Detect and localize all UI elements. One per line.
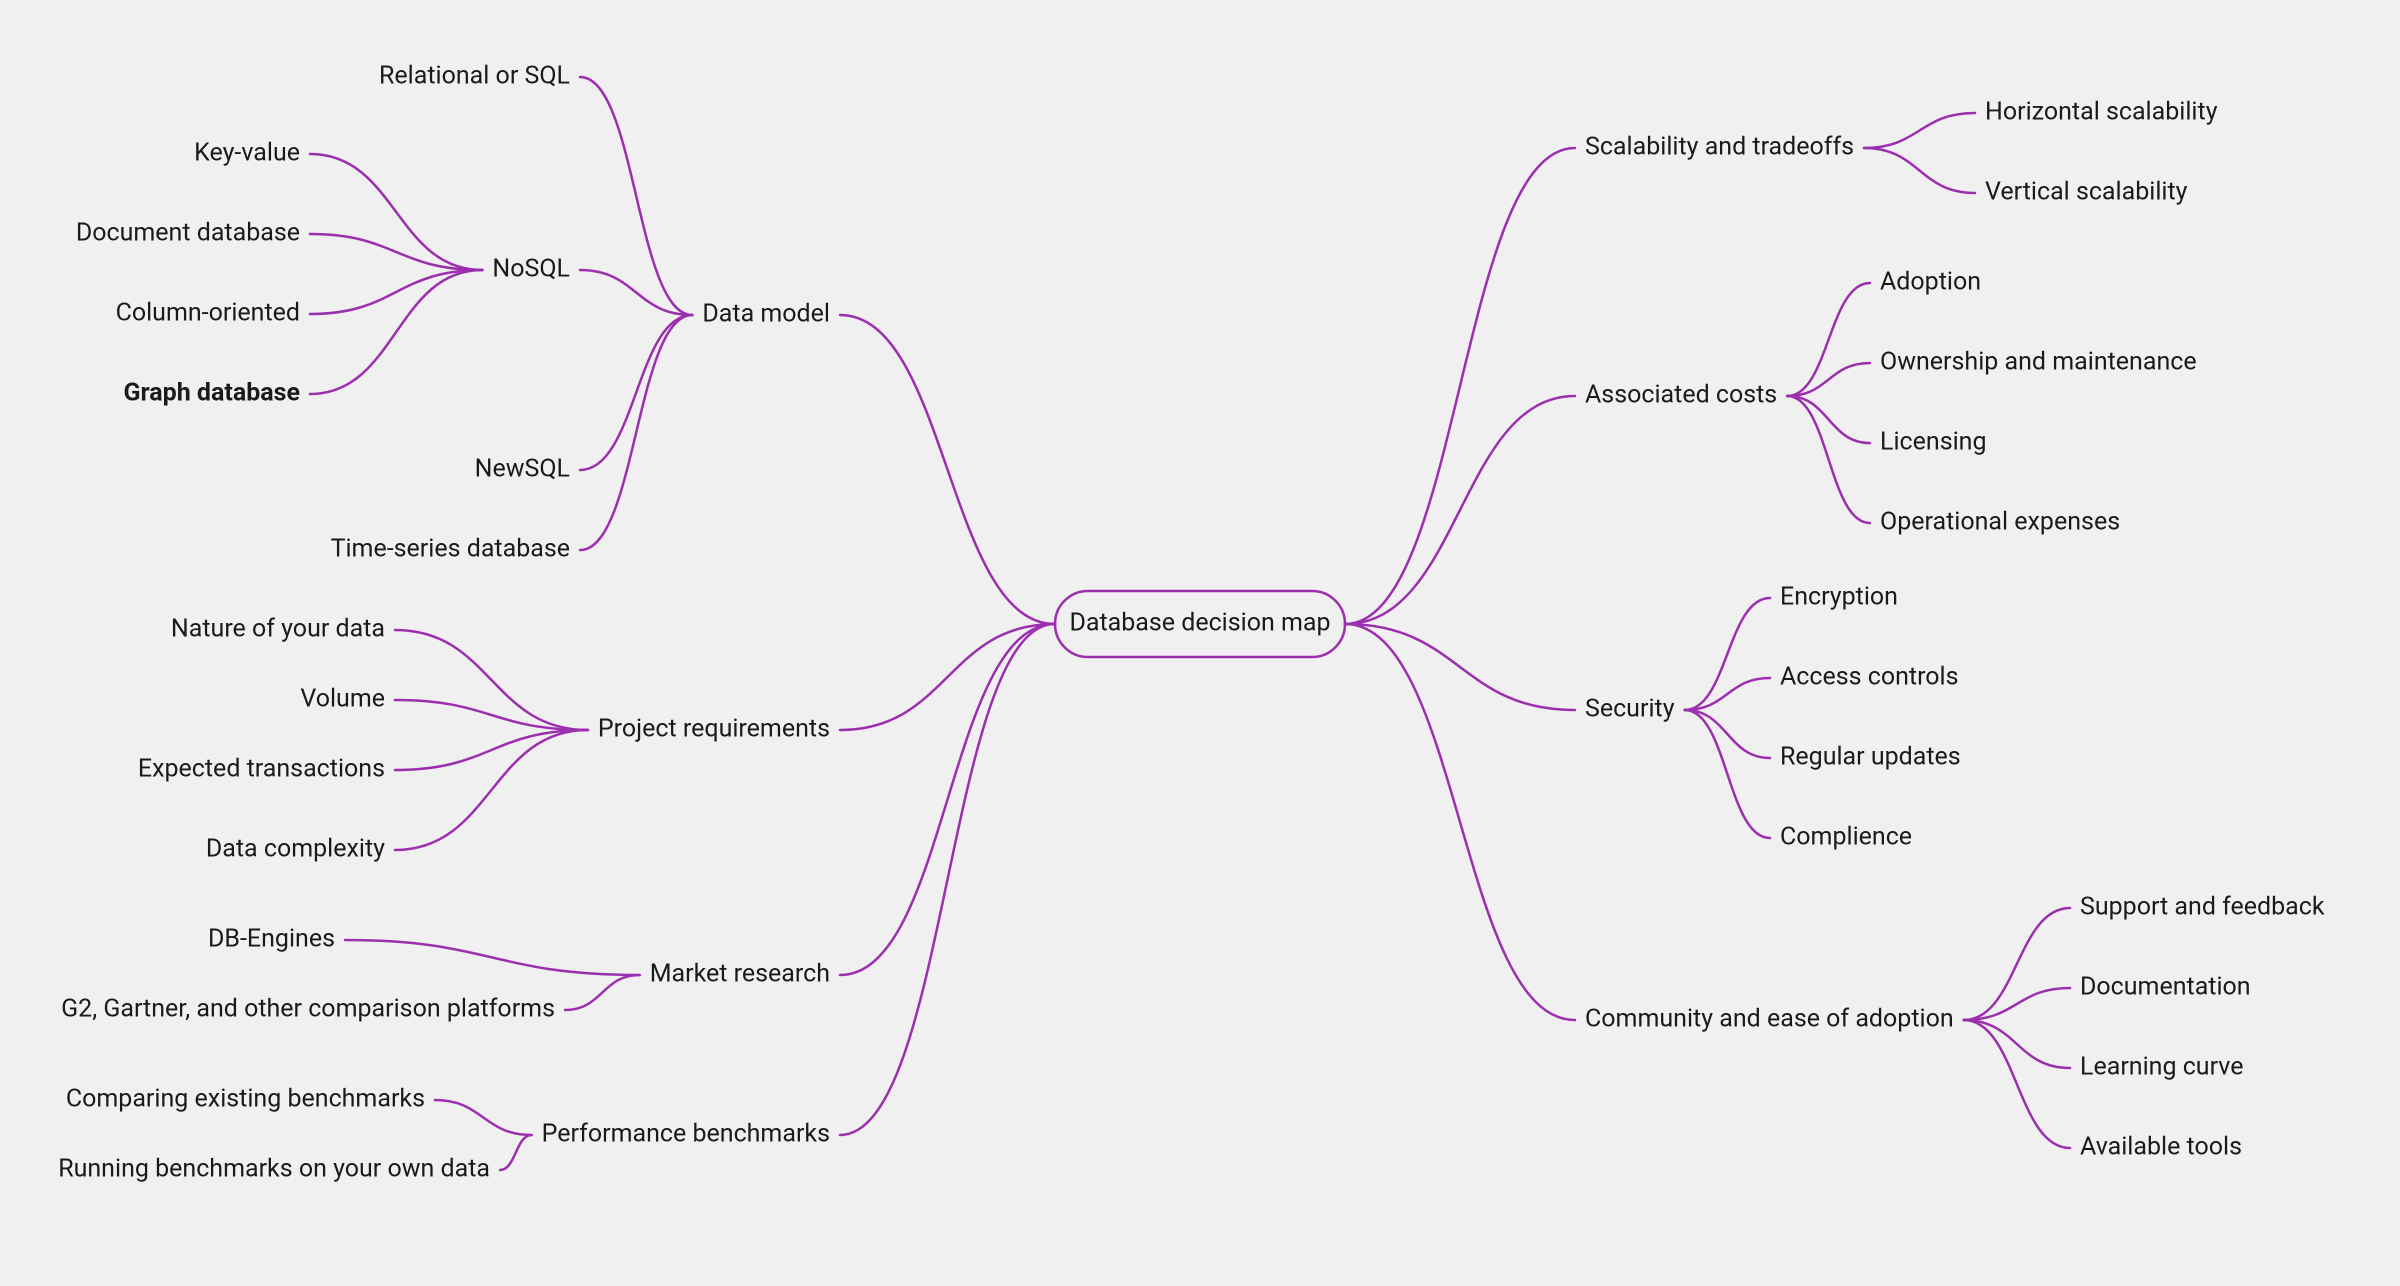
node-newsql: NewSQL <box>475 455 570 484</box>
node-community: Community and ease of adoption <box>1585 1005 1954 1034</box>
node-complience: Complience <box>1780 823 1912 852</box>
node-performance-benchmarks: Performance benchmarks <box>542 1120 830 1149</box>
node-column-oriented: Column-oriented <box>116 299 300 328</box>
node-nature-data: Nature of your data <box>171 615 385 644</box>
node-relational-sql: Relational or SQL <box>379 62 570 91</box>
node-associated-costs: Associated costs <box>1585 381 1777 410</box>
edge <box>1864 113 1975 148</box>
node-volume: Volume <box>300 685 385 714</box>
node-access-controls: Access controls <box>1780 663 1959 692</box>
edge <box>1787 396 1870 443</box>
node-graph-database: Graph database <box>123 379 300 408</box>
edge <box>395 730 588 770</box>
edge <box>1864 148 1975 193</box>
node-operational: Operational expenses <box>1880 508 2120 537</box>
edge <box>395 730 588 850</box>
edge <box>500 1135 532 1170</box>
node-adoption: Adoption <box>1880 268 1981 297</box>
edge <box>1964 1020 2070 1068</box>
node-regular-updates: Regular updates <box>1780 743 1961 772</box>
edge <box>1345 148 1575 624</box>
mindmap-canvas: Database decision map Data model Relationa… <box>0 0 2400 1286</box>
edge <box>580 77 692 315</box>
node-ownership: Ownership and maintenance <box>1880 348 2197 377</box>
node-data-model: Data model <box>702 300 830 329</box>
node-security: Security <box>1585 695 1675 724</box>
root-label: Database decision map <box>1069 609 1330 638</box>
node-comparing-benchmarks: Comparing existing benchmarks <box>66 1085 425 1114</box>
node-nosql: NoSQL <box>492 255 570 284</box>
node-licensing: Licensing <box>1880 428 1987 457</box>
node-key-value: Key-value <box>194 139 300 168</box>
edge <box>1685 710 1770 838</box>
edge <box>310 270 482 314</box>
node-vertical: Vertical scalability <box>1985 178 2188 207</box>
edge <box>1964 1020 2070 1148</box>
edge <box>840 624 1055 1135</box>
edge <box>840 315 1055 624</box>
node-learning-curve: Learning curve <box>2080 1053 2244 1082</box>
edge <box>435 1100 532 1135</box>
node-scalability: Scalability and tradeoffs <box>1585 133 1854 162</box>
node-support-feedback: Support and feedback <box>2080 893 2325 922</box>
node-db-engines: DB-Engines <box>208 925 335 954</box>
node-time-series: Time-series database <box>331 535 570 564</box>
node-encryption: Encryption <box>1780 583 1898 612</box>
node-expected-transactions: Expected transactions <box>138 755 385 784</box>
edge <box>580 315 692 550</box>
edge <box>310 270 482 394</box>
node-document-db: Document database <box>76 219 300 248</box>
node-running-benchmarks: Running benchmarks on your own data <box>58 1155 490 1184</box>
edge <box>1345 624 1575 1020</box>
node-horizontal: Horizontal scalability <box>1985 98 2218 127</box>
edge <box>1787 396 1870 523</box>
node-g2-gartner: G2, Gartner, and other comparison platfo… <box>61 995 555 1024</box>
edge <box>565 975 640 1010</box>
edge <box>840 624 1055 730</box>
node-market-research: Market research <box>650 960 830 989</box>
node-project-requirements: Project requirements <box>598 715 830 744</box>
node-documentation: Documentation <box>2080 973 2251 1002</box>
edge <box>345 940 640 975</box>
node-available-tools: Available tools <box>2080 1133 2242 1162</box>
edge <box>1345 396 1575 624</box>
edge <box>1685 710 1770 758</box>
edge <box>580 315 692 470</box>
node-data-complexity: Data complexity <box>206 835 385 864</box>
